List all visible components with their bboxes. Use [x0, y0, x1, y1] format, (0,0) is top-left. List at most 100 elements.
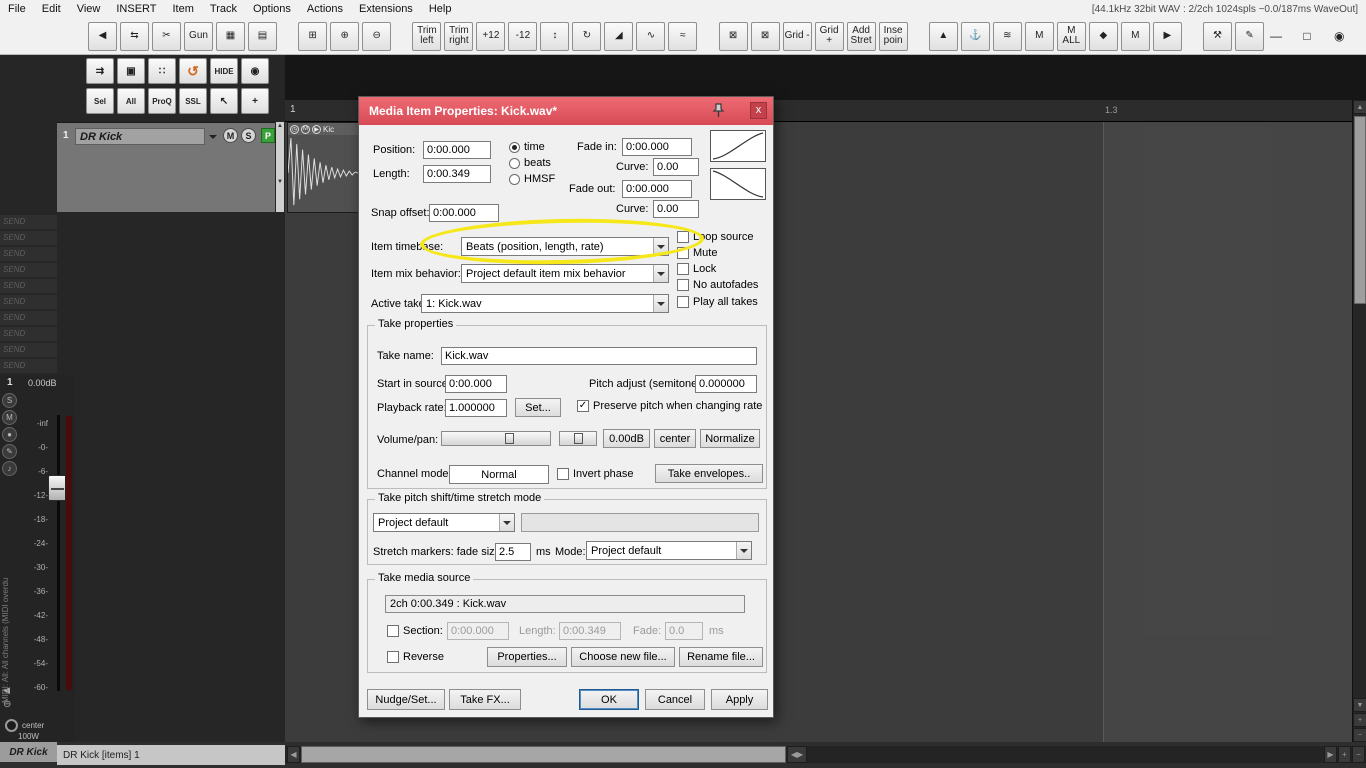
- scissors-icon[interactable]: ✂: [152, 21, 181, 51]
- mixer-solo-button[interactable]: S: [2, 393, 17, 408]
- item-mute-icon[interactable]: M: [301, 124, 310, 134]
- reverse-checkbox[interactable]: Reverse: [387, 651, 444, 663]
- playback-rate-input[interactable]: [445, 399, 507, 417]
- grid-minus-button[interactable]: Grid -: [782, 21, 812, 51]
- undo-icon[interactable]: ↺: [179, 58, 207, 84]
- fade-in-input[interactable]: [622, 138, 692, 156]
- stretch-mode-select[interactable]: Project default: [586, 541, 752, 560]
- channel-mode-select[interactable]: Normal: [449, 465, 549, 484]
- active-take-select[interactable]: 1: Kick.wav: [421, 294, 669, 313]
- cancel-button[interactable]: Cancel: [645, 689, 705, 710]
- m-all-button[interactable]: M ALL: [1056, 21, 1086, 51]
- section-start-input[interactable]: [447, 622, 509, 640]
- menu-insert[interactable]: INSERT: [108, 3, 164, 15]
- pan-slider[interactable]: [559, 431, 597, 446]
- stretch-fade-size-input[interactable]: [495, 543, 531, 561]
- send-slot[interactable]: SEND: [0, 343, 57, 357]
- vzoom-out-button[interactable]: −: [1353, 728, 1366, 742]
- fade-out-curve-display[interactable]: [710, 168, 766, 200]
- hzoom-in-button[interactable]: +: [1338, 746, 1351, 763]
- vzoom-in-button[interactable]: +: [1353, 713, 1366, 727]
- menu-track[interactable]: Track: [202, 3, 245, 15]
- send-slot[interactable]: SEND: [0, 215, 57, 229]
- stamp-icon[interactable]: ✎: [1235, 21, 1265, 51]
- trim-right-button[interactable]: Trim right: [444, 21, 474, 51]
- routing-icon[interactable]: ⇉: [86, 58, 114, 84]
- menu-actions[interactable]: Actions: [299, 3, 351, 15]
- minus-12-button[interactable]: -12: [508, 21, 538, 51]
- scroll-left-icon[interactable]: ◀: [287, 746, 300, 763]
- sel-button[interactable]: Sel: [86, 88, 114, 114]
- menu-item[interactable]: Item: [165, 3, 202, 15]
- ok-button[interactable]: OK: [579, 689, 639, 710]
- hscroll-grip[interactable]: ◀▶: [787, 746, 807, 763]
- send-slot[interactable]: SEND: [0, 295, 57, 309]
- section-fade-input[interactable]: [665, 622, 703, 640]
- no-autofades-checkbox[interactable]: No autofades: [677, 279, 758, 291]
- insert-point-button[interactable]: Inse poin: [878, 21, 908, 51]
- zoom-frame-button[interactable]: ⊞: [298, 21, 328, 51]
- pan-knob[interactable]: [5, 719, 18, 732]
- scroll-down-icon[interactable]: ▼: [1353, 698, 1366, 712]
- ssl-button[interactable]: SSL: [179, 88, 207, 114]
- fade-in-curve-display[interactable]: [710, 130, 766, 162]
- lock-checkbox[interactable]: Lock: [677, 263, 716, 275]
- menu-help[interactable]: Help: [421, 3, 460, 15]
- preserve-pitch-checkbox[interactable]: Preserve pitch when changing rate: [577, 400, 762, 412]
- menu-options[interactable]: Options: [245, 3, 299, 15]
- loop-button[interactable]: ↻: [572, 21, 602, 51]
- send-slot[interactable]: SEND: [0, 327, 57, 341]
- take-envelopes-button[interactable]: Take envelopes..: [655, 464, 763, 483]
- anchor-icon[interactable]: ⚓: [960, 21, 990, 51]
- pitch-mode-select[interactable]: Project default: [373, 513, 515, 532]
- hscroll-handle[interactable]: [301, 746, 786, 763]
- scroll-right-icon[interactable]: ▶: [1324, 746, 1337, 763]
- chevron-down-icon[interactable]: [209, 135, 217, 143]
- gun-button[interactable]: Gun: [184, 21, 213, 51]
- mixer-gain-readout[interactable]: 0.00dB: [28, 378, 57, 388]
- add-icon[interactable]: +: [241, 88, 269, 114]
- power-button[interactable]: ◉: [1328, 25, 1350, 47]
- track-record-badge[interactable]: P: [261, 128, 275, 143]
- section-checkbox[interactable]: Section:: [387, 625, 443, 637]
- volume-slider[interactable]: [441, 431, 551, 446]
- invert-phase-checkbox[interactable]: Invert phase: [557, 468, 634, 480]
- master-m-button[interactable]: M: [1120, 21, 1150, 51]
- nudge-set-button[interactable]: Nudge/Set...: [367, 689, 445, 710]
- envelope-2-button[interactable]: ≈: [668, 21, 698, 51]
- arm-button[interactable]: ▲: [928, 21, 958, 51]
- mcp-track-label[interactable]: DR Kick: [0, 742, 57, 762]
- radio-hmsf[interactable]: HMSF: [509, 173, 555, 185]
- zoom-out-button[interactable]: ⊖: [362, 21, 392, 51]
- clear-1-button[interactable]: ⊠: [718, 21, 748, 51]
- take-fx-button[interactable]: Take FX...: [449, 689, 521, 710]
- track-control-panel[interactable]: 1 DR Kick M S P: [57, 122, 275, 212]
- radio-time[interactable]: time: [509, 141, 545, 153]
- envelope-1-button[interactable]: ∿: [636, 21, 666, 51]
- hide-button[interactable]: HIDE: [210, 58, 238, 84]
- menu-view[interactable]: View: [69, 3, 109, 15]
- item-fades-button[interactable]: ↕: [540, 21, 570, 51]
- media-item-kick[interactable]: ◷ M ▶ Kic: [287, 122, 359, 213]
- wrench-icon[interactable]: ⚒: [1203, 21, 1233, 51]
- section-length-input[interactable]: [559, 622, 621, 640]
- track-solo-button[interactable]: S: [241, 128, 256, 143]
- length-input[interactable]: [423, 165, 491, 183]
- menu-edit[interactable]: Edit: [34, 3, 69, 15]
- send-slot[interactable]: SEND: [0, 359, 57, 373]
- pin-icon[interactable]: [711, 102, 726, 121]
- maximize-button[interactable]: □: [1296, 25, 1318, 47]
- proq-button[interactable]: ProQ: [148, 88, 176, 114]
- menu-file[interactable]: File: [0, 3, 34, 15]
- pan-slider-thumb[interactable]: [574, 433, 583, 444]
- set-rate-button[interactable]: Set...: [515, 398, 561, 417]
- track-mute-button[interactable]: M: [223, 128, 238, 143]
- save-icon[interactable]: ▣: [117, 58, 145, 84]
- menu-extensions[interactable]: Extensions: [351, 3, 421, 15]
- plus-12-button[interactable]: +12: [476, 21, 506, 51]
- send-slot[interactable]: SEND: [0, 263, 57, 277]
- item-clock-icon[interactable]: ◷: [290, 124, 299, 134]
- edit-box-1-button[interactable]: ▦: [216, 21, 245, 51]
- choose-new-file-button[interactable]: Choose new file...: [571, 647, 675, 667]
- position-input[interactable]: [423, 141, 491, 159]
